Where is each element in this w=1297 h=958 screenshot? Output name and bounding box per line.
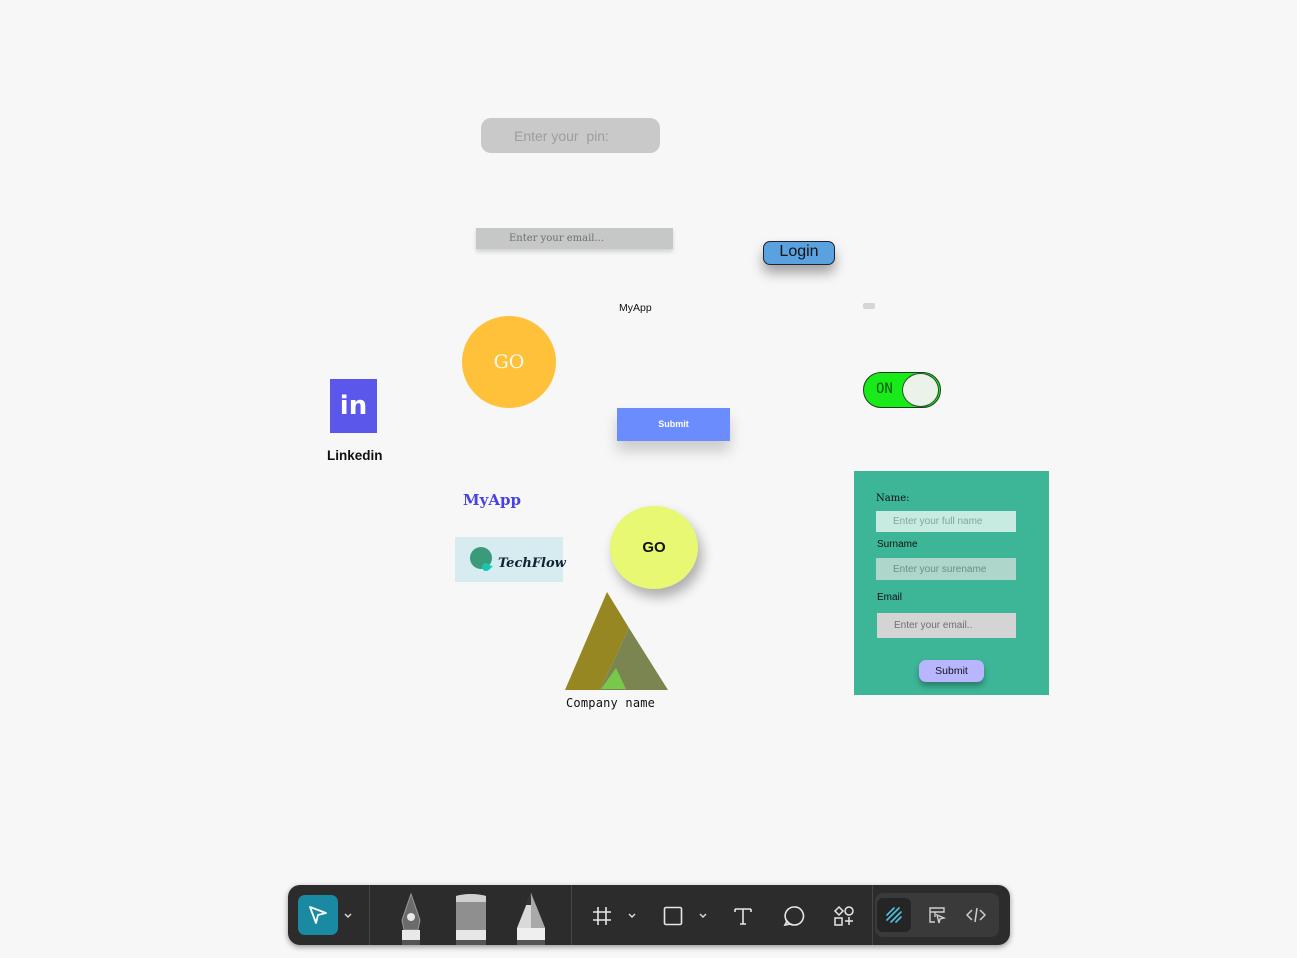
pen-icon — [401, 892, 421, 945]
dev-mode-button[interactable] — [959, 898, 993, 932]
surname-field[interactable] — [876, 558, 1016, 580]
full-name-field[interactable] — [876, 511, 1016, 532]
company-triangle-logo[interactable] — [563, 590, 669, 692]
pencil-icon — [517, 893, 545, 945]
draw-mode-button[interactable] — [877, 898, 911, 932]
design-mode-button[interactable] — [920, 898, 954, 932]
pen-tool-button[interactable] — [391, 890, 431, 945]
design-icon — [929, 907, 947, 924]
pin-input[interactable] — [481, 118, 660, 153]
comment-icon — [783, 906, 805, 927]
login-button[interactable]: Login — [763, 241, 835, 265]
linkedin-icon[interactable]: in — [330, 379, 377, 433]
rectangle-icon — [663, 906, 683, 926]
bottom-toolbar — [288, 885, 1010, 945]
go-green-label: GO — [642, 539, 666, 556]
small-rectangle[interactable] — [863, 303, 875, 309]
chat-bubble-icon — [470, 547, 493, 571]
linkedin-label: Linkedin — [327, 448, 383, 463]
submit-blue-button[interactable]: Submit — [617, 408, 730, 441]
frame-tool-button[interactable] — [589, 903, 615, 929]
frame-icon — [593, 907, 611, 925]
email-label: Email — [877, 592, 903, 603]
go-orange-button[interactable]: GO — [462, 316, 556, 408]
text-icon — [734, 908, 752, 925]
chevron-down-icon[interactable] — [698, 910, 708, 920]
toggle-state-label: ON — [876, 381, 893, 397]
linkedin-icon-text: in — [339, 391, 368, 421]
form-email-field[interactable] — [877, 613, 1016, 638]
email-input[interactable] — [476, 228, 673, 249]
comment-tool-button[interactable] — [781, 903, 807, 929]
techflow-label: TechFlow — [498, 556, 566, 571]
name-label: Name: — [876, 493, 910, 504]
chevron-down-icon[interactable] — [343, 910, 353, 920]
form-submit-button[interactable]: Submit — [919, 660, 984, 682]
assets-tool-button[interactable] — [831, 903, 857, 929]
company-name-label: Company name — [566, 696, 656, 710]
pencil-tool-button[interactable] — [511, 890, 551, 945]
draw-icon — [886, 907, 902, 923]
text-tool-button[interactable] — [730, 903, 756, 929]
brush-tool-button[interactable] — [451, 890, 491, 945]
myapp-logo-text: MyApp — [463, 491, 521, 509]
cursor-icon — [309, 906, 327, 924]
mode-switcher — [875, 893, 999, 937]
go-green-button[interactable]: GO — [610, 506, 698, 589]
toggle-knob[interactable] — [902, 373, 939, 407]
code-icon — [966, 907, 986, 923]
chevron-down-icon[interactable] — [627, 910, 637, 920]
move-tool-button[interactable] — [298, 895, 338, 935]
go-orange-label: GO — [493, 351, 525, 373]
shapes-plus-icon — [833, 905, 854, 926]
rectangle-tool-button[interactable] — [660, 903, 686, 929]
surname-label: Surname — [877, 539, 918, 550]
brush-icon — [456, 894, 486, 945]
myapp-text-small: MyApp — [619, 302, 652, 314]
